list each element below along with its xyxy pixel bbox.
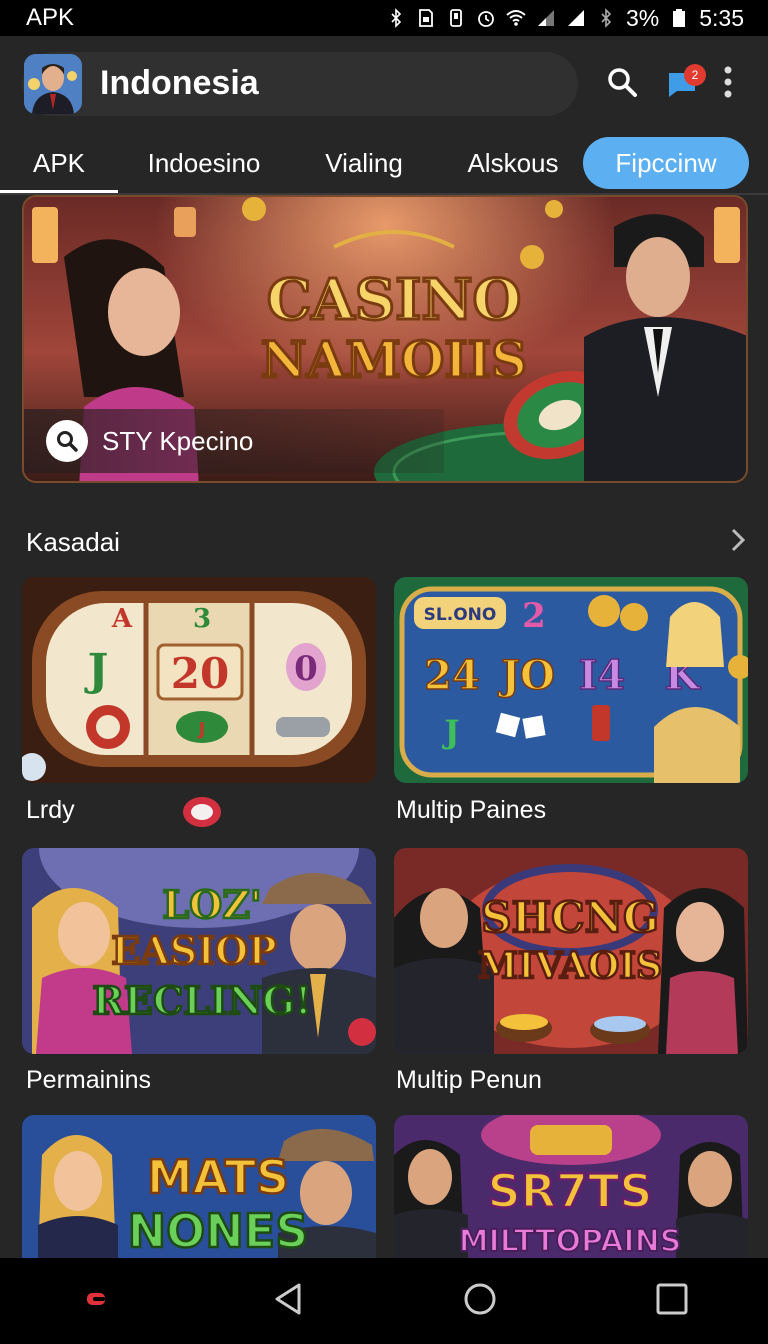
app-logo-icon [85, 1291, 107, 1312]
more-options-button[interactable] [706, 60, 750, 108]
game-title: Multip Paines [396, 796, 547, 824]
bluetooth-icon [596, 8, 616, 28]
shcng-game-art: SHCNG MIVAOIS [394, 848, 748, 1054]
sim-icon [416, 8, 436, 28]
svg-text:3: 3 [193, 604, 211, 634]
svg-text:I4: I4 [579, 652, 626, 699]
search-button[interactable] [600, 60, 644, 108]
clock: 5:35 [699, 4, 744, 31]
avatar[interactable] [24, 54, 82, 114]
svg-text:J: J [197, 719, 206, 740]
page-title: Indonesia [100, 64, 259, 102]
svg-text:RECLING!: RECLING! [92, 978, 311, 1023]
home-icon [463, 1282, 497, 1321]
sr7ts-art: SR7TS MILTTOPAINS [394, 1115, 748, 1258]
svg-text:24: 24 [424, 652, 480, 699]
game-card-lrdy[interactable]: A 3 J 20 0 J [22, 577, 376, 783]
chip-icon [182, 796, 222, 833]
section-header[interactable]: Kasadai [26, 522, 748, 562]
svg-text:MATS: MATS [147, 1150, 289, 1204]
svg-text:SL.ONO: SL.ONO [424, 605, 497, 625]
game-card-multip-paines[interactable]: SL.ONO 2 24 JO I4 K J [394, 577, 748, 783]
banner-search-text: STY Kpecino [102, 425, 254, 456]
tab-apk[interactable]: APK [0, 132, 118, 194]
game-title: Multip Penun [396, 1066, 542, 1094]
back-button[interactable] [258, 1271, 318, 1331]
search-icon [46, 420, 88, 462]
bluetooth-icon [386, 8, 406, 28]
slot-machine-art: SL.ONO 2 24 JO I4 K J [394, 577, 748, 783]
svg-text:CASINO: CASINO [267, 267, 522, 333]
app-header: Indonesia 2 [0, 36, 768, 132]
svg-text:LOZ': LOZ' [162, 882, 261, 927]
phone-icon [446, 8, 466, 28]
chevron-right-icon[interactable] [728, 527, 748, 558]
svg-text:SR7TS: SR7TS [487, 1164, 652, 1218]
tab-vialing[interactable]: Vialing [312, 132, 416, 194]
game-title: Permainins [26, 1066, 152, 1094]
notification-button[interactable]: 2 [660, 60, 706, 108]
app-logo-button[interactable] [66, 1271, 126, 1331]
signal-icon [566, 8, 586, 28]
game-card-mats-nones[interactable]: MATS NONES [22, 1115, 376, 1258]
svg-text:A: A [111, 604, 133, 634]
banner-title: CASINO NAMOIIS [259, 230, 529, 391]
battery-percent: 3% [625, 4, 660, 31]
back-icon [271, 1282, 305, 1321]
tab-bar: APK Indoesino Vialing Alskous Fipccinw [0, 132, 768, 194]
mats-nones-art: MATS NONES [22, 1115, 376, 1258]
svg-text:0: 0 [294, 649, 318, 689]
featured-banner[interactable]: CASINO NAMOIIS STY Kpecino [22, 195, 748, 483]
reclining-game-art: LOZ' EASIOP RECLING! [22, 848, 376, 1054]
status-icons: 3% 5:35 [386, 5, 744, 32]
game-card-sr7ts[interactable]: SR7TS MILTTOPAINS [394, 1115, 748, 1258]
svg-text:20: 20 [171, 649, 229, 698]
svg-text:J: J [84, 645, 109, 696]
tab-alskous[interactable]: Alskous [456, 132, 570, 194]
game-card-permainins[interactable]: LOZ' EASIOP RECLING! [22, 848, 376, 1054]
section-title: Kasadai [26, 526, 120, 557]
svg-text:MIVAOIS: MIVAOIS [478, 945, 662, 987]
status-bar: APK 3% 5:35 [0, 0, 768, 36]
game-title: Lrdy [26, 796, 75, 824]
wifi-icon [506, 8, 526, 28]
svg-text:2: 2 [522, 596, 546, 636]
svg-text:MILTTOPAINS: MILTTOPAINS [459, 1224, 682, 1258]
title-bar: Indonesia [22, 52, 578, 116]
svg-text:JO: JO [498, 652, 555, 699]
slot-reels-art: A 3 J 20 0 J [22, 577, 376, 783]
svg-text:NAMOIIS: NAMOIIS [261, 330, 527, 389]
home-button[interactable] [450, 1271, 510, 1331]
svg-text:J: J [441, 713, 459, 751]
more-vert-icon [722, 65, 734, 104]
game-card-multip-penun[interactable]: SHCNG MIVAOIS [394, 848, 748, 1054]
signal-icon [536, 8, 556, 28]
battery-icon [669, 8, 689, 28]
alarm-icon [476, 8, 496, 28]
recents-button[interactable] [642, 1271, 702, 1331]
search-icon [606, 66, 638, 103]
svg-text:SHCNG: SHCNG [481, 893, 659, 942]
banner-search-bar[interactable]: STY Kpecino [24, 409, 444, 473]
svg-text:NONES: NONES [128, 1204, 309, 1258]
status-carrier-text: APK [26, 4, 75, 31]
system-nav-bar [0, 1258, 768, 1344]
svg-text:EASIOP: EASIOP [111, 928, 276, 973]
recents-icon [655, 1282, 689, 1321]
tab-indoesino[interactable]: Indoesino [132, 132, 276, 194]
notification-badge: 2 [684, 64, 706, 86]
tab-fipccinw[interactable]: Fipccinw [583, 137, 749, 189]
